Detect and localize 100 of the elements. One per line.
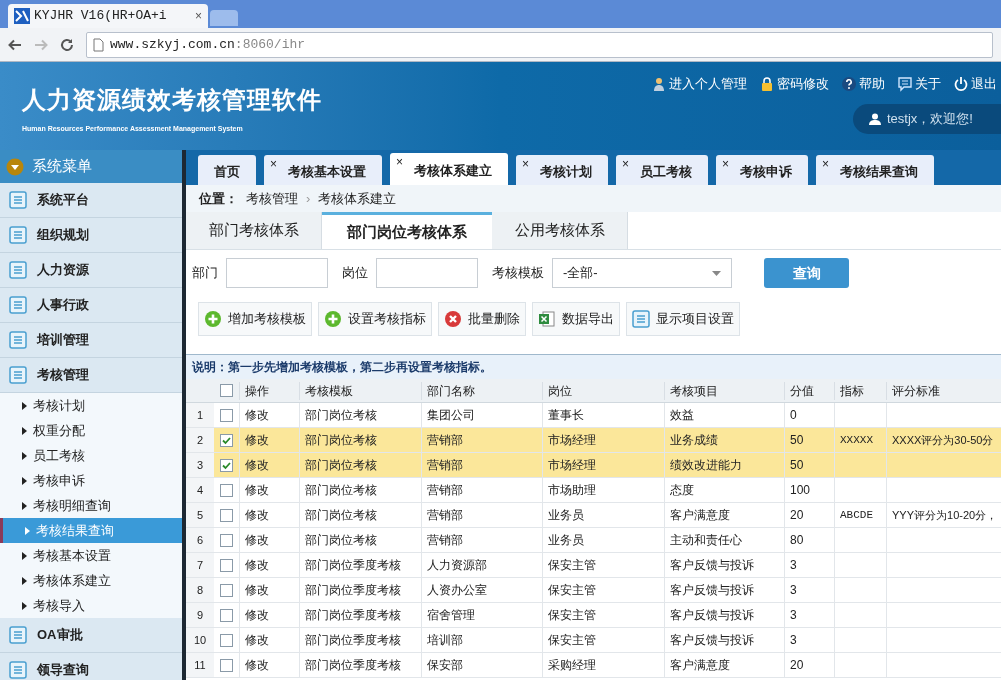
menu-group[interactable]: 人力资源 xyxy=(0,253,182,288)
edit-link[interactable]: 修改 xyxy=(245,431,269,449)
edit-link[interactable]: 修改 xyxy=(245,656,269,674)
browser-tab[interactable]: KYJHR V16(HR+OA+i × xyxy=(8,4,208,28)
checkbox[interactable] xyxy=(220,483,233,497)
table-row[interactable]: 4 修改 部门岗位考核 营销部 市场助理 态度 100 xyxy=(186,478,1001,503)
menu-item[interactable]: 考核导入 xyxy=(0,593,182,618)
breadcrumb-item[interactable]: 考核管理 xyxy=(246,188,298,209)
edit-link[interactable]: 修改 xyxy=(245,556,269,574)
column-header: 分值 xyxy=(784,381,834,400)
page-tab[interactable]: × 考核基本设置 xyxy=(264,155,382,185)
menu-item[interactable]: 考核体系建立 xyxy=(0,568,182,593)
toolbar-button[interactable]: 设置考核指标 xyxy=(318,302,432,336)
tab-title: KYJHR V16(HR+OA+i xyxy=(34,7,167,26)
welcome-text: testjx，欢迎您! xyxy=(887,109,973,128)
edit-link[interactable]: 修改 xyxy=(245,506,269,524)
page-tab[interactable]: × 考核结果查询 xyxy=(816,155,934,185)
triangle-icon xyxy=(22,426,27,435)
triangle-icon xyxy=(22,576,27,585)
list-icon xyxy=(632,310,650,328)
table-row[interactable]: 3 修改 部门岗位考核 营销部 市场经理 绩效改进能力 50 xyxy=(186,453,1001,478)
table-row[interactable]: 1 修改 部门岗位考核 集团公司 董事长 效益 0 xyxy=(186,403,1001,428)
menu-item[interactable]: 员工考核 xyxy=(0,443,182,468)
header-link[interactable]: 关于 xyxy=(897,74,941,94)
table-row[interactable]: 7 修改 部门岗位季度考核 人力资源部 保安主管 客户反馈与投诉 3 xyxy=(186,553,1001,578)
user-icon xyxy=(869,112,881,125)
menu-group[interactable]: OA审批 xyxy=(0,618,182,653)
reload-icon[interactable] xyxy=(60,37,74,52)
checkbox[interactable] xyxy=(220,633,233,647)
toolbar-button[interactable]: 显示项目设置 xyxy=(626,302,740,336)
header-link[interactable]: 密码修改 xyxy=(759,74,829,94)
forward-icon[interactable] xyxy=(34,37,48,52)
table-cell-text: YYY评分为10-20分， xyxy=(892,507,998,523)
edit-link[interactable]: 修改 xyxy=(245,581,269,599)
sub-tab[interactable]: 公用考核体系 xyxy=(492,212,628,249)
table-row[interactable]: 10 修改 部门岗位季度考核 培训部 保安主管 客户反馈与投诉 3 xyxy=(186,628,1001,653)
toolbar-button[interactable]: 数据导出 xyxy=(532,302,620,336)
page-tab[interactable]: × 考核申诉 xyxy=(716,155,808,185)
edit-link[interactable]: 修改 xyxy=(245,631,269,649)
menu-item[interactable]: 考核计划 xyxy=(0,393,182,418)
table-row[interactable]: 11 修改 部门岗位季度考核 保安部 采购经理 客户满意度 20 xyxy=(186,653,1001,678)
department-field[interactable] xyxy=(226,258,328,288)
edit-link[interactable]: 修改 xyxy=(245,406,269,424)
tab-close[interactable]: × xyxy=(195,7,202,25)
page-tab[interactable]: × 考核计划 xyxy=(516,155,608,185)
edit-link[interactable]: 修改 xyxy=(245,531,269,549)
triangle-icon xyxy=(22,451,27,460)
dropdown-icon[interactable] xyxy=(6,157,24,176)
column-header: 考核模板 xyxy=(299,381,421,400)
table-row[interactable]: 8 修改 部门岗位季度考核 人资办公室 保安主管 客户反馈与投诉 3 xyxy=(186,578,1001,603)
checkbox[interactable] xyxy=(220,433,233,447)
checkbox[interactable] xyxy=(220,608,233,622)
sidebar-title: 系统菜单 xyxy=(32,156,92,177)
position-field[interactable] xyxy=(376,258,478,288)
edit-link[interactable]: 修改 xyxy=(245,606,269,624)
menu-group[interactable]: 系统平台 xyxy=(0,183,182,218)
table-row[interactable]: 9 修改 部门岗位季度考核 宿舍管理 保安主管 客户反馈与投诉 3 xyxy=(186,603,1001,628)
menu-item[interactable]: 权重分配 xyxy=(0,418,182,443)
header-link[interactable]: 进入个人管理 xyxy=(651,74,747,94)
menu-group[interactable]: 领导查询 xyxy=(0,653,182,680)
menu-item[interactable]: 考核申诉 xyxy=(0,468,182,493)
plus-icon xyxy=(324,310,342,328)
page-tab[interactable]: × 员工考核 xyxy=(616,155,708,185)
toolbar-button[interactable]: 增加考核模板 xyxy=(198,302,312,336)
triangle-icon xyxy=(22,551,27,560)
menu-group[interactable]: 培训管理 xyxy=(0,323,182,358)
column-header: 部门名称 xyxy=(421,381,542,400)
triangle-icon xyxy=(25,526,30,535)
table-cell-text: 客户满意度 xyxy=(670,657,730,674)
template-select[interactable]: -全部- xyxy=(552,258,732,288)
row-number: 5 xyxy=(186,503,214,527)
menu-group[interactable]: 考核管理 xyxy=(0,358,182,393)
back-icon[interactable] xyxy=(8,37,22,52)
column-header: 岗位 xyxy=(542,381,664,400)
checkbox[interactable] xyxy=(220,533,233,547)
sub-tab[interactable]: 部门考核体系 xyxy=(186,212,322,249)
checkbox[interactable] xyxy=(220,508,233,522)
toolbar-button[interactable]: 批量删除 xyxy=(438,302,526,336)
address-bar[interactable]: www.szkyj.com.cn:8060/ihr xyxy=(86,31,993,58)
menu-group[interactable]: 人事行政 xyxy=(0,288,182,323)
menu-group[interactable]: 组织规划 xyxy=(0,218,182,253)
edit-link[interactable]: 修改 xyxy=(245,481,269,499)
checkbox[interactable] xyxy=(220,458,233,472)
page-tab[interactable]: 首页 xyxy=(198,155,256,185)
row-number: 7 xyxy=(186,553,214,577)
page-tab[interactable]: × 考核体系建立 xyxy=(390,153,508,185)
checkbox[interactable] xyxy=(220,658,233,672)
header-link[interactable]: 退出 xyxy=(953,74,997,94)
table-row[interactable]: 2 修改 部门岗位考核 营销部 市场经理 业务成绩 50 XXXXX XXXX评分为30-50分 xyxy=(186,428,1001,453)
menu-item[interactable]: 考核基本设置 xyxy=(0,543,182,568)
table-row[interactable]: 6 修改 部门岗位考核 营销部 业务员 主动和责任心 80 xyxy=(186,528,1001,553)
edit-link[interactable]: 修改 xyxy=(245,456,269,474)
breadcrumb-item[interactable]: 考核体系建立 xyxy=(318,188,397,209)
table-row[interactable]: 5 修改 部门岗位考核 营销部 业务员 客户满意度 20 ABCDE YYY评分为10-20分， xyxy=(186,503,1001,528)
checkbox[interactable] xyxy=(220,558,233,572)
checkbox[interactable] xyxy=(220,583,233,597)
header-link[interactable]: 帮助 xyxy=(841,74,885,94)
checkbox[interactable] xyxy=(220,384,233,397)
menu-item[interactable]: 考核明细查询 xyxy=(0,493,182,518)
checkbox[interactable] xyxy=(220,408,233,422)
